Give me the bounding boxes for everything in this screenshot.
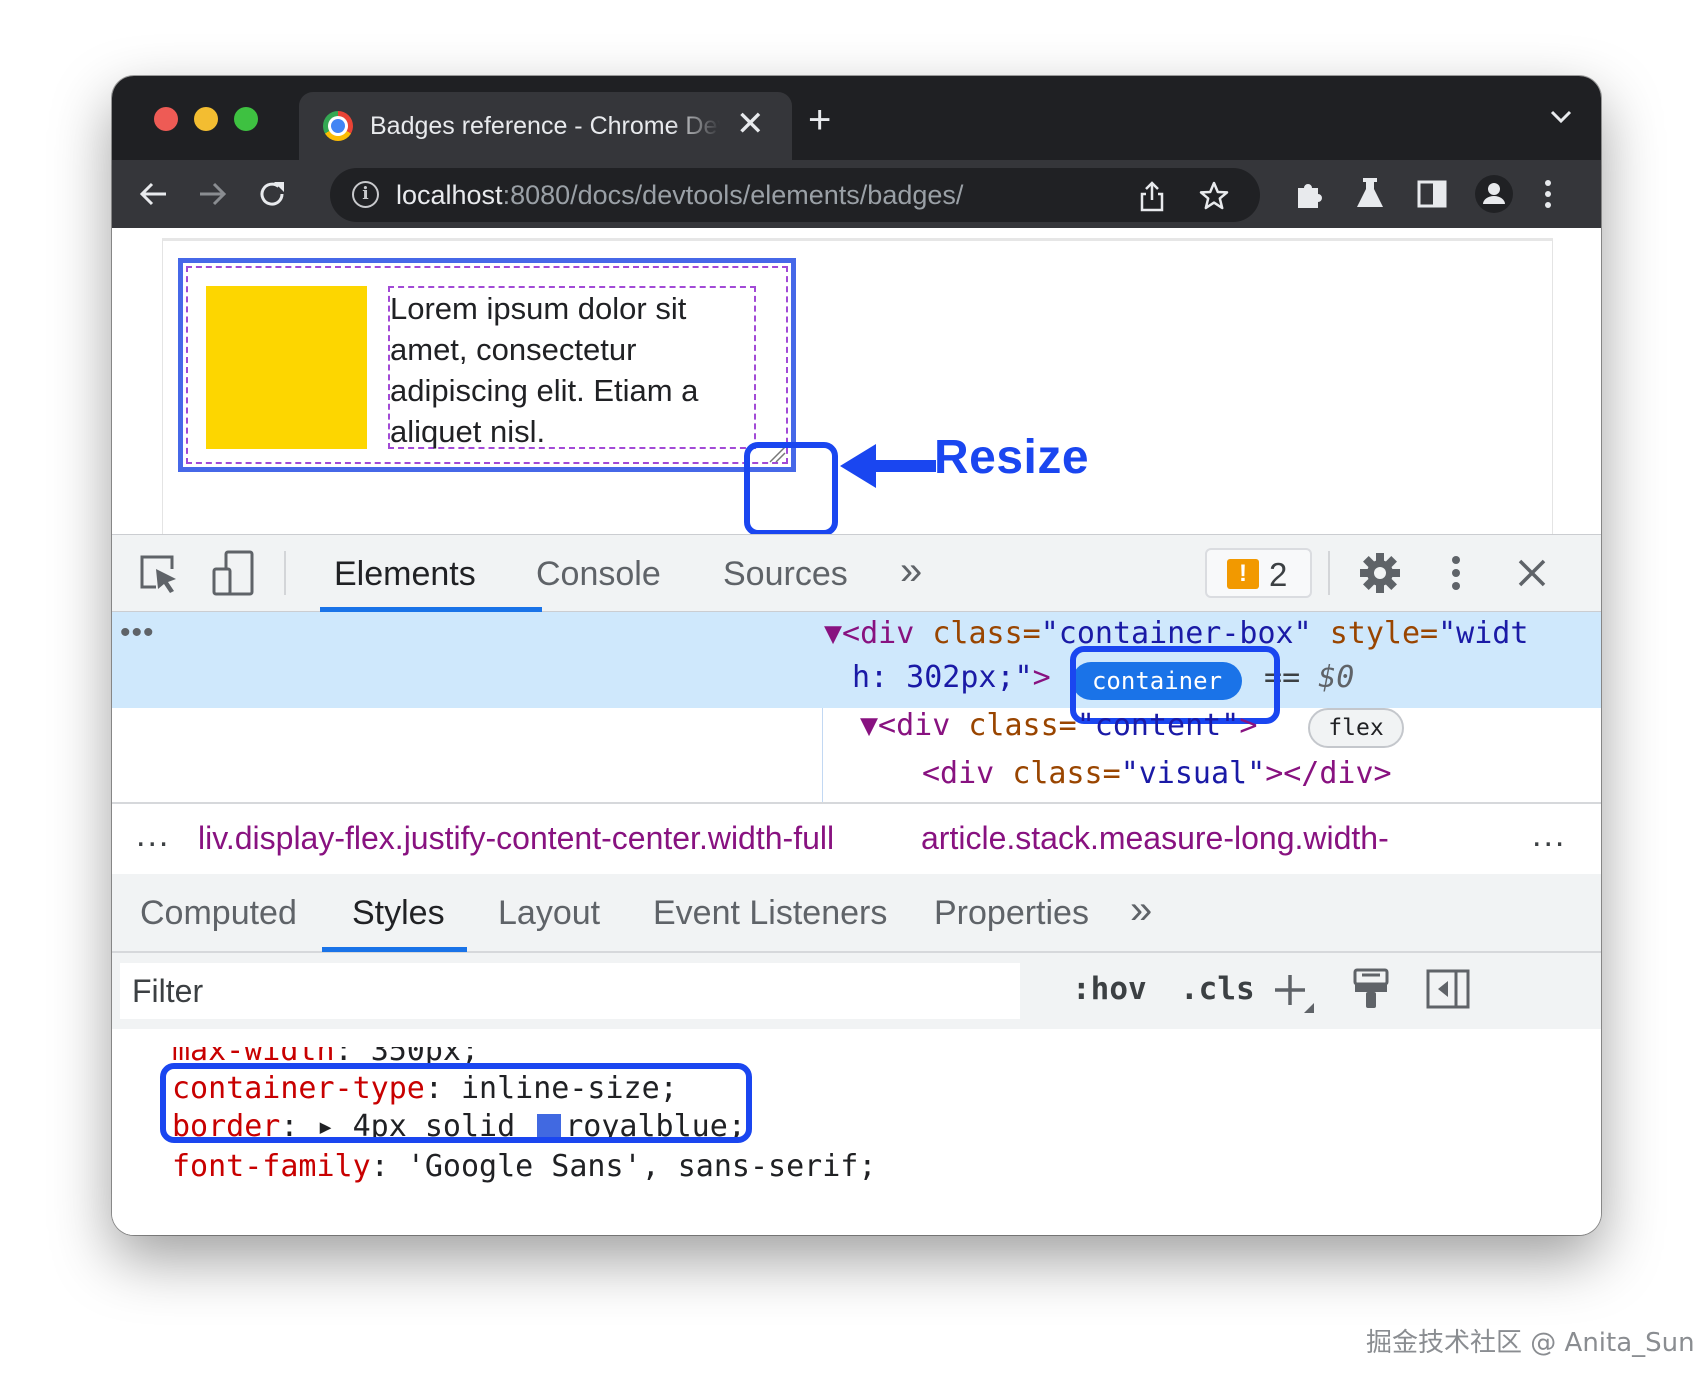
dom-line-container-box-wrap[interactable]: h: 302px;"> xyxy=(852,660,1051,695)
tab-sources[interactable]: Sources xyxy=(723,555,848,594)
active-subtab-indicator xyxy=(322,947,467,952)
attr-name: style= xyxy=(1311,616,1439,651)
chevron-down-icon[interactable] xyxy=(1548,106,1574,126)
attr-name: class= xyxy=(1012,756,1121,791)
browser-window: Badges reference - Chrome Developers ✕ +… xyxy=(112,76,1601,1235)
tag-open: <div xyxy=(922,756,1013,791)
paint-brush-icon[interactable] xyxy=(1352,967,1390,1011)
tree-guide-line xyxy=(822,708,823,802)
resize-highlight xyxy=(744,442,838,536)
tab-strip: Badges reference - Chrome Developers ✕ + xyxy=(112,76,1601,160)
chrome-icon xyxy=(323,111,353,141)
breadcrumb-scroll-left[interactable]: ... xyxy=(136,816,170,855)
url-text[interactable]: localhost:8080/docs/devtools/elements/ba… xyxy=(396,180,963,211)
tag-close: > xyxy=(1032,660,1051,695)
side-panel-icon[interactable] xyxy=(1416,178,1448,210)
devtools-panel: Elements Console Sources » ! 2 ••• ▼<div… xyxy=(112,534,1601,1235)
tab-computed[interactable]: Computed xyxy=(140,894,297,933)
browser-tab[interactable]: Badges reference - Chrome Developers ✕ xyxy=(299,92,792,160)
dom-line-content[interactable]: ▼<div class="content"> xyxy=(860,708,1257,743)
attr-value: "visual" xyxy=(1120,756,1266,791)
inspect-element-icon[interactable] xyxy=(138,553,182,595)
tab-styles[interactable]: Styles xyxy=(352,894,445,933)
devtools-toolbar: Elements Console Sources » ! 2 xyxy=(112,535,1601,612)
more-tabs-icon[interactable]: » xyxy=(900,549,922,594)
resize-annotation: Resize xyxy=(934,431,1090,484)
arrow-left-icon xyxy=(840,444,936,488)
flask-icon[interactable] xyxy=(1354,176,1386,210)
breadcrumb: ... liv.display-flex.justify-content-cen… xyxy=(112,802,1601,876)
page-viewport: Lorem ipsum dolor sit amet, consectetur … xyxy=(112,228,1601,537)
tab-layout[interactable]: Layout xyxy=(498,894,600,933)
address-bar[interactable]: i localhost:8080/docs/devtools/elements/… xyxy=(330,168,1260,222)
attr-name: class= xyxy=(968,708,1077,743)
close-icon[interactable] xyxy=(1516,557,1548,589)
url-host: localhost xyxy=(396,180,503,210)
visual-box xyxy=(206,286,367,449)
maximize-window-button[interactable] xyxy=(234,107,258,131)
lorem-text: Lorem ipsum dolor sit amet, consectetur … xyxy=(388,286,756,449)
sidebar-tabs: Computed Styles Layout Event Listeners P… xyxy=(112,874,1601,953)
filter-input[interactable] xyxy=(120,963,1020,1019)
attr-value: h: 302px;" xyxy=(852,660,1033,695)
browser-toolbar: i localhost:8080/docs/devtools/elements/… xyxy=(112,160,1601,228)
star-icon[interactable] xyxy=(1198,180,1230,212)
tab-event-listeners[interactable]: Event Listeners xyxy=(653,894,887,933)
style-declaration[interactable]: font-family: 'Google Sans', sans-serif; xyxy=(172,1149,876,1184)
dom-line-visual[interactable]: <div class="visual"></div> xyxy=(922,756,1392,791)
forward-icon[interactable] xyxy=(198,180,228,208)
extensions-icon[interactable] xyxy=(1292,178,1324,210)
watermark: 掘金技术社区 @ Anita_Sun xyxy=(1366,1328,1695,1358)
share-icon[interactable] xyxy=(1138,180,1166,212)
gear-icon[interactable] xyxy=(1358,551,1402,595)
issue-warning-icon: ! xyxy=(1227,559,1259,589)
hov-button[interactable]: :hov xyxy=(1072,971,1147,1007)
breadcrumb-scroll-right[interactable]: ... xyxy=(1532,816,1566,855)
breadcrumb-item[interactable]: liv.display-flex.justify-content-center.… xyxy=(198,820,834,857)
reload-icon[interactable] xyxy=(256,178,288,210)
tab-close-button[interactable]: ✕ xyxy=(736,104,765,144)
avatar[interactable] xyxy=(1474,174,1514,214)
dollar-zero: $0 xyxy=(1318,660,1355,695)
back-icon[interactable] xyxy=(138,180,168,208)
kebab-menu-icon[interactable] xyxy=(1450,553,1462,593)
css-property: font-family xyxy=(172,1149,371,1184)
close-window-button[interactable] xyxy=(154,107,178,131)
container-box: Lorem ipsum dolor sit amet, consectetur … xyxy=(178,258,796,472)
dom-tree: ••• ▼<div class="container-box" style="w… xyxy=(112,612,1601,802)
add-rule-icon[interactable] xyxy=(1272,971,1316,1015)
breadcrumb-item[interactable]: article.stack.measure-long.width- xyxy=(921,820,1389,857)
kebab-menu-icon[interactable] xyxy=(1542,176,1554,212)
toolbar-separator xyxy=(284,551,286,595)
css-value: 'Google Sans', sans-serif; xyxy=(406,1149,877,1184)
url-path: :8080/docs/devtools/elements/badges/ xyxy=(502,180,964,210)
container-type-highlight xyxy=(160,1063,752,1143)
node-actions-icon[interactable]: ••• xyxy=(120,616,155,650)
cls-button[interactable]: .cls xyxy=(1180,971,1255,1007)
attr-value: "content" xyxy=(1076,708,1240,743)
more-tabs-icon[interactable]: » xyxy=(1130,888,1152,933)
toggle-sidebar-icon[interactable] xyxy=(1426,969,1470,1009)
tag-open: ▼<div xyxy=(860,708,969,743)
tab-properties[interactable]: Properties xyxy=(934,894,1089,933)
styles-pane: max-width: 350px; container-type: inline… xyxy=(112,1029,1601,1235)
tag-open: ▼<div xyxy=(824,616,933,651)
info-icon[interactable]: i xyxy=(352,181,379,208)
flex-badge[interactable]: flex xyxy=(1308,708,1404,748)
device-toolbar-icon[interactable] xyxy=(210,549,258,597)
attr-name: class= xyxy=(932,616,1041,651)
issues-count: 2 xyxy=(1269,556,1288,593)
styles-filter-bar: :hov .cls xyxy=(112,953,1601,1031)
new-tab-button[interactable]: + xyxy=(808,98,831,142)
tab-console[interactable]: Console xyxy=(536,555,661,594)
attr-value: "widt xyxy=(1438,616,1529,651)
tag-close: ></div> xyxy=(1265,756,1392,791)
tab-title: Badges reference - Chrome Developers xyxy=(370,112,720,140)
tab-elements[interactable]: Elements xyxy=(334,555,476,594)
toolbar-separator xyxy=(1328,551,1330,595)
minimize-window-button[interactable] xyxy=(194,107,218,131)
tag-close: > xyxy=(1239,708,1258,743)
issues-button[interactable]: ! 2 xyxy=(1205,548,1312,598)
